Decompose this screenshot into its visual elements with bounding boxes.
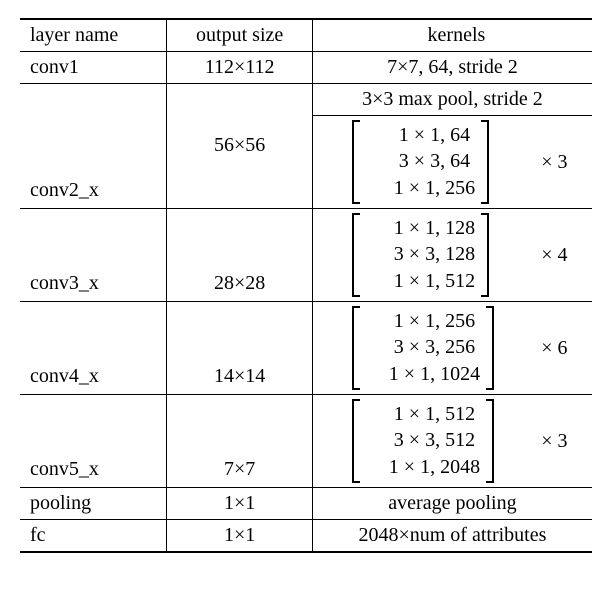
bracket-left [312, 116, 360, 209]
row-fc: fc 1×1 2048×num of attributes [20, 520, 592, 553]
mult-text: × 6 [541, 337, 567, 360]
block-line: 1 × 1, 512 [389, 402, 480, 427]
row-conv5: conv5_x 7×7 1 × 1, 512 3 × 3, 512 1 × 1,… [20, 395, 592, 488]
cell-layer-name: conv5_x [20, 395, 167, 488]
block-line: 1 × 1, 512 [394, 269, 475, 294]
bracket-left [312, 395, 360, 488]
cell-kernels: 2048×num of attributes [312, 520, 592, 553]
mult-text: × 4 [541, 244, 567, 267]
bracket-left-icon [350, 120, 360, 204]
header-layer-name: layer name [20, 19, 167, 52]
mult-text: × 3 [541, 430, 567, 453]
block-contents: 1 × 1, 128 3 × 3, 128 1 × 1, 512 [360, 209, 519, 302]
bracket-left-icon [350, 399, 360, 483]
cell-layer-name: fc [20, 520, 167, 553]
cell-layer-name: pooling [20, 488, 167, 520]
block-contents: 1 × 1, 64 3 × 3, 64 1 × 1, 256 [360, 116, 519, 209]
cell-output-size: 7×7 [167, 395, 312, 488]
cell-output-size: 56×56 [167, 84, 312, 209]
block-multiplier: × 3 [519, 116, 592, 209]
cell-maxpool: 3×3 max pool, stride 2 [312, 84, 592, 116]
row-conv1: conv1 112×112 7×7, 64, stride 2 [20, 52, 592, 84]
header-kernels: kernels [312, 19, 592, 52]
block-contents: 1 × 1, 512 3 × 3, 512 1 × 1, 2048 [360, 395, 519, 488]
block-lines: 1 × 1, 256 3 × 3, 256 1 × 1, 1024 [383, 306, 486, 390]
block-line: 3 × 3, 256 [389, 335, 480, 360]
block-line: 1 × 1, 1024 [389, 362, 480, 387]
cell-output-size: 14×14 [167, 302, 312, 395]
block-lines: 1 × 1, 128 3 × 3, 128 1 × 1, 512 [388, 213, 481, 297]
cell-output-size: 1×1 [167, 488, 312, 520]
block-line: 1 × 1, 256 [389, 309, 480, 334]
block-contents: 1 × 1, 256 3 × 3, 256 1 × 1, 1024 [360, 302, 519, 395]
bracket-right-icon [486, 306, 496, 390]
table-header-row: layer name output size kernels [20, 19, 592, 52]
cell-layer-name: conv4_x [20, 302, 167, 395]
block-line: 1 × 1, 2048 [389, 455, 480, 480]
bracket-left [312, 209, 360, 302]
cell-layer-name: conv1 [20, 52, 167, 84]
bracket-right-icon [486, 399, 496, 483]
mult-text: × 3 [541, 151, 567, 174]
bracket-left-icon [350, 213, 360, 297]
cell-layer-name: conv3_x [20, 209, 167, 302]
bracket-left [312, 302, 360, 395]
bracket-right-icon [481, 120, 491, 204]
row-conv4: conv4_x 14×14 1 × 1, 256 3 × 3, 256 1 × … [20, 302, 592, 395]
block-multiplier: × 3 [519, 395, 592, 488]
row-conv2-pool: conv2_x 56×56 3×3 max pool, stride 2 [20, 84, 592, 116]
block-multiplier: × 6 [519, 302, 592, 395]
header-output-size: output size [167, 19, 312, 52]
block-lines: 1 × 1, 64 3 × 3, 64 1 × 1, 256 [388, 120, 481, 204]
block-lines: 1 × 1, 512 3 × 3, 512 1 × 1, 2048 [383, 399, 486, 483]
architecture-table: layer name output size kernels conv1 112… [20, 18, 592, 553]
cell-kernels: average pooling [312, 488, 592, 520]
block-line: 3 × 3, 512 [389, 428, 480, 453]
block-line: 1 × 1, 256 [394, 176, 475, 201]
cell-output-size: 1×1 [167, 520, 312, 553]
cell-output-size: 28×28 [167, 209, 312, 302]
row-pooling: pooling 1×1 average pooling [20, 488, 592, 520]
block-multiplier: × 4 [519, 209, 592, 302]
cell-layer-name: conv2_x [20, 84, 167, 209]
block-line: 1 × 1, 64 [394, 123, 475, 148]
row-conv3: conv3_x 28×28 1 × 1, 128 3 × 3, 128 1 × … [20, 209, 592, 302]
block-line: 1 × 1, 128 [394, 216, 475, 241]
cell-kernels: 7×7, 64, stride 2 [312, 52, 592, 84]
block-line: 3 × 3, 64 [394, 149, 475, 174]
block-line: 3 × 3, 128 [394, 242, 475, 267]
cell-output-size: 112×112 [167, 52, 312, 84]
bracket-right-icon [481, 213, 491, 297]
bracket-left-icon [350, 306, 360, 390]
